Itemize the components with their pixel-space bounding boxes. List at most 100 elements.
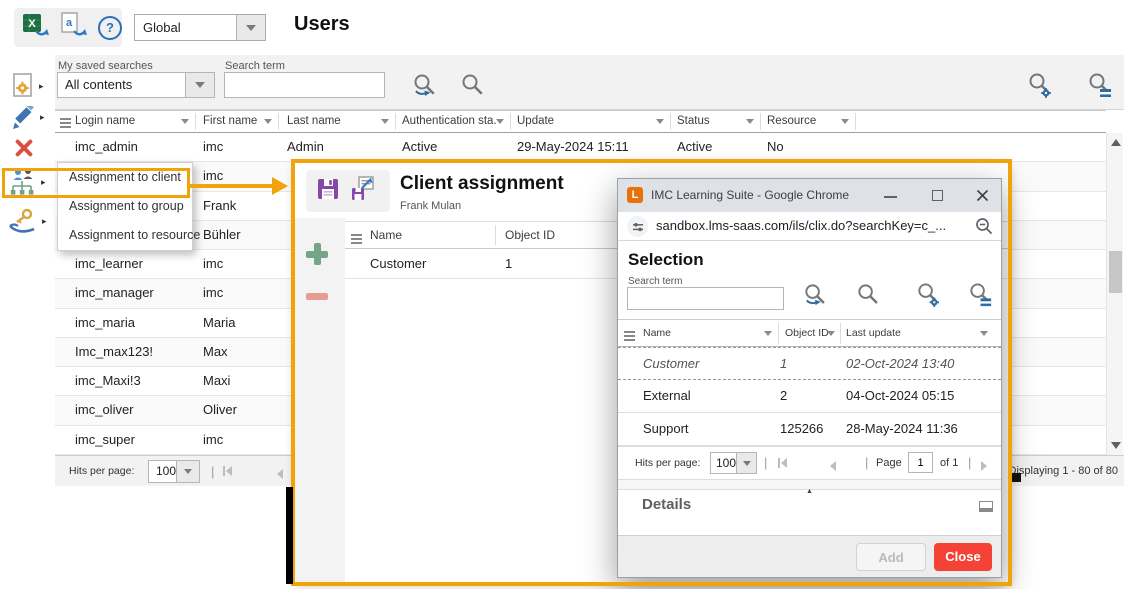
chevron-down-icon[interactable] <box>236 15 265 40</box>
menu-item-assignment-to-client[interactable]: Assignment to client <box>58 163 192 192</box>
chevron-down-icon[interactable] <box>185 73 214 97</box>
saved-searches-dropdown[interactable]: All contents <box>57 72 215 98</box>
add-row-icon[interactable] <box>306 243 328 265</box>
edit-icon[interactable] <box>10 106 36 137</box>
sort-arrow-icon[interactable] <box>181 119 189 124</box>
column-header-name[interactable]: Name <box>643 320 671 346</box>
column-separator <box>495 225 496 245</box>
chevron-down-icon[interactable] <box>736 453 756 473</box>
table-row[interactable]: Customer 1 02-Oct-2024 13:40 <box>618 347 1001 380</box>
flyout-caret-icon[interactable]: ▸ <box>41 177 46 188</box>
close-button[interactable]: Close <box>934 543 992 571</box>
table-row[interactable]: imc_admin imc Admin Active 29-May-2024 1… <box>55 133 1106 162</box>
allocation-icon[interactable] <box>8 208 38 239</box>
table-row[interactable]: External 2 04-Oct-2024 05:15 <box>618 380 1001 413</box>
column-separator <box>278 113 279 130</box>
maximize-button[interactable] <box>932 190 943 201</box>
scroll-up-icon[interactable] <box>1111 139 1121 146</box>
saved-search-icon[interactable] <box>1086 72 1114 105</box>
scrollbar-thumb[interactable] <box>1109 251 1122 293</box>
new-search-icon[interactable] <box>12 73 38 106</box>
flyout-caret-icon[interactable]: ▸ <box>39 81 44 92</box>
sort-arrow-icon[interactable] <box>656 119 664 124</box>
column-header-first-name[interactable]: First name <box>203 111 257 132</box>
next-page-button[interactable] <box>981 458 987 476</box>
flyout-caret-icon[interactable]: ▸ <box>42 216 47 227</box>
flyout-caret-icon[interactable]: ▸ <box>40 112 45 123</box>
cell-first-name: imc <box>203 250 223 278</box>
url-text[interactable]: sandbox.lms-saas.com/ils/clix.do?searchK… <box>656 212 946 240</box>
minimize-button[interactable] <box>884 196 897 198</box>
reset-search-icon[interactable] <box>411 72 439 105</box>
site-settings-icon[interactable] <box>627 216 648 237</box>
hits-per-page-dropdown[interactable]: 100 <box>710 452 757 474</box>
assignment-icon[interactable] <box>9 168 37 203</box>
search-settings-icon[interactable] <box>1026 72 1054 105</box>
first-page-button[interactable] <box>223 466 232 476</box>
sort-arrow-icon[interactable] <box>496 119 504 124</box>
dialog-button-bar: Add Close <box>618 535 1001 577</box>
page-number-input[interactable] <box>908 452 933 473</box>
search-term-input[interactable] <box>224 72 385 98</box>
sort-arrow-icon[interactable] <box>746 119 754 124</box>
chevron-down-icon[interactable] <box>176 461 199 482</box>
pagination-separator: | <box>865 455 868 470</box>
sort-arrow-icon[interactable] <box>841 119 849 124</box>
hits-per-page-label: Hits per page: <box>69 465 134 477</box>
cell-last-update: 02-Oct-2024 13:40 <box>846 348 954 380</box>
column-header-name[interactable]: Name <box>370 222 402 248</box>
search-icon[interactable] <box>459 72 487 105</box>
column-header-object-id[interactable]: Object ID <box>785 320 829 346</box>
selection-search-input[interactable] <box>627 287 784 310</box>
sort-arrow-icon[interactable] <box>264 119 272 124</box>
menu-item-assignment-to-resource[interactable]: Assignment to resource <box>58 221 192 250</box>
table-row[interactable]: Support 125266 28-May-2024 11:36 <box>618 413 1001 446</box>
column-header-last-name[interactable]: Last name <box>287 111 341 132</box>
chrome-address-bar[interactable]: sandbox.lms-saas.com/ils/clix.do?searchK… <box>618 212 1001 241</box>
cell-login-name: imc_learner <box>75 250 143 278</box>
sort-arrow-icon[interactable] <box>381 119 389 124</box>
hits-per-page-label: Hits per page: <box>635 457 700 469</box>
previous-page-button[interactable] <box>277 466 283 484</box>
reset-search-icon[interactable] <box>802 282 829 314</box>
column-header-last-update[interactable]: Last update <box>846 320 901 346</box>
column-separator <box>840 323 841 344</box>
add-button[interactable]: Add <box>856 543 926 571</box>
column-header-login-name[interactable]: Login name <box>75 111 135 132</box>
scroll-down-icon[interactable] <box>1111 442 1121 449</box>
remove-row-icon[interactable] <box>306 293 328 300</box>
panel-splitter[interactable]: ▲ <box>618 479 1001 490</box>
saved-search-icon[interactable] <box>967 282 994 314</box>
close-window-icon[interactable] <box>976 189 989 207</box>
column-separator <box>395 113 396 130</box>
collapse-details-icon[interactable] <box>979 501 993 512</box>
cell-first-name: imc <box>203 426 223 454</box>
svg-text:a: a <box>66 17 73 29</box>
excel-export-icon[interactable]: X <box>22 11 50 44</box>
menu-item-assignment-to-group[interactable]: Assignment to group <box>58 192 192 221</box>
scope-dropdown[interactable]: Global <box>134 14 266 41</box>
column-header-object-id[interactable]: Object ID <box>505 222 555 248</box>
column-header-resource[interactable]: Resource <box>767 111 816 132</box>
hits-per-page-dropdown[interactable]: 100 <box>148 460 200 483</box>
column-header-authentication-status[interactable]: Authentication sta. <box>402 111 497 132</box>
zoom-icon[interactable] <box>975 217 993 240</box>
search-settings-icon[interactable] <box>915 282 942 314</box>
column-header-status[interactable]: Status <box>677 111 710 132</box>
save-icon[interactable] <box>316 177 340 206</box>
sort-arrow-icon[interactable] <box>764 331 772 336</box>
column-header-update[interactable]: Update <box>517 111 554 132</box>
cell-first-name: Maria <box>203 309 236 337</box>
chrome-titlebar[interactable]: L IMC Learning Suite - Google Chrome <box>618 179 1001 212</box>
sort-arrow-icon[interactable] <box>827 331 835 336</box>
help-icon[interactable]: ? <box>98 16 122 40</box>
sort-arrow-icon[interactable] <box>980 331 988 336</box>
previous-page-button[interactable] <box>830 458 836 476</box>
scope-dropdown-value: Global <box>135 15 236 40</box>
save-and-close-icon[interactable] <box>350 176 376 207</box>
translation-export-icon[interactable]: a <box>60 11 88 44</box>
search-icon[interactable] <box>855 282 882 314</box>
cell-first-name: Frank <box>203 192 236 220</box>
first-page-button[interactable] <box>778 458 787 468</box>
vertical-scrollbar[interactable] <box>1106 133 1123 455</box>
